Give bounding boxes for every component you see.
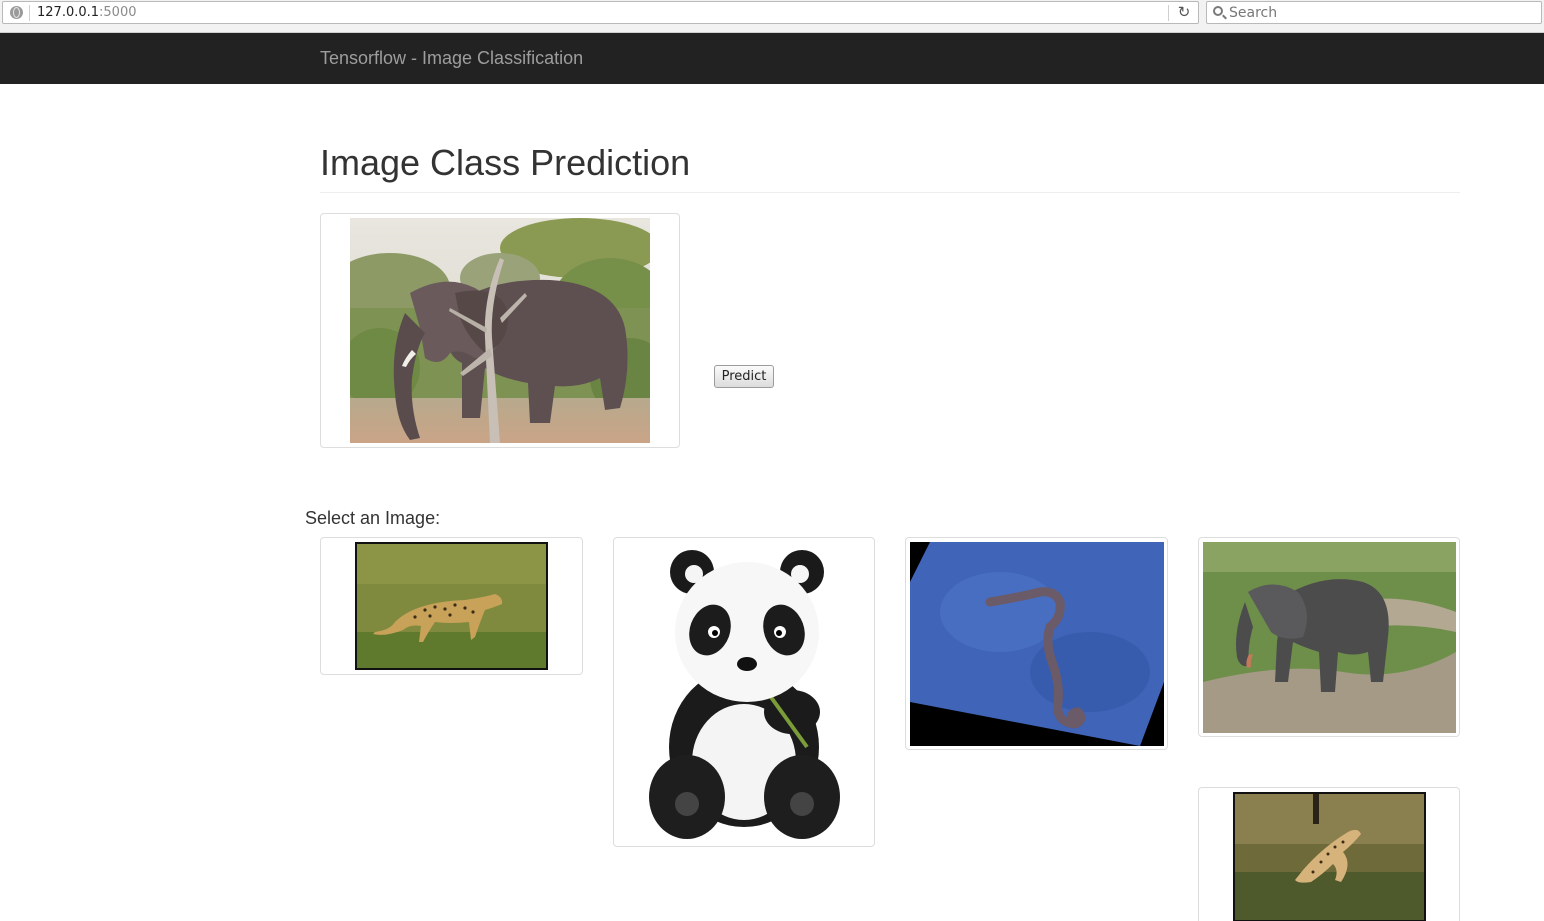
select-image-label: Select an Image: [305, 508, 441, 528]
search-icon [1213, 6, 1223, 16]
navbar-brand[interactable]: Tensorflow - Image Classification [320, 47, 583, 69]
cheetah-image [355, 542, 548, 670]
browser-search-box[interactable] [1206, 1, 1542, 24]
address-separator [29, 5, 30, 21]
gallery-thumbnail-elephant[interactable] [1198, 537, 1460, 737]
navbar: Tensorflow - Image Classification [0, 33, 1544, 84]
browser-toolbar: 127.0.0.1:5000 ↻ [0, 0, 1544, 33]
gallery-thumbnail-panda[interactable] [613, 537, 875, 847]
address-bar[interactable]: 127.0.0.1:5000 ↻ [2, 1, 1199, 24]
reload-separator [1168, 5, 1169, 21]
title-divider [320, 192, 1460, 193]
address-text[interactable]: 127.0.0.1:5000 [37, 5, 137, 21]
selected-image-preview [320, 213, 680, 448]
reload-icon[interactable]: ↻ [1175, 4, 1193, 22]
globe-icon [10, 6, 23, 19]
seahorse-image [910, 542, 1164, 746]
gallery-thumbnail-cheetah-running[interactable] [1198, 787, 1460, 921]
gallery-thumbnail-seahorse[interactable] [905, 537, 1168, 750]
gallery-thumbnail-cheetah[interactable] [320, 537, 583, 675]
url-port: :5000 [99, 5, 137, 20]
panda-image [642, 542, 847, 842]
predict-button[interactable]: Predict [714, 365, 774, 388]
search-input[interactable] [1229, 4, 1529, 22]
elephant-image [350, 218, 650, 443]
elephant-walking-image [1203, 542, 1456, 733]
page-title: Image Class Prediction [320, 142, 691, 183]
cheetah-running-image [1233, 792, 1426, 921]
url-host: 127.0.0.1 [37, 5, 100, 20]
